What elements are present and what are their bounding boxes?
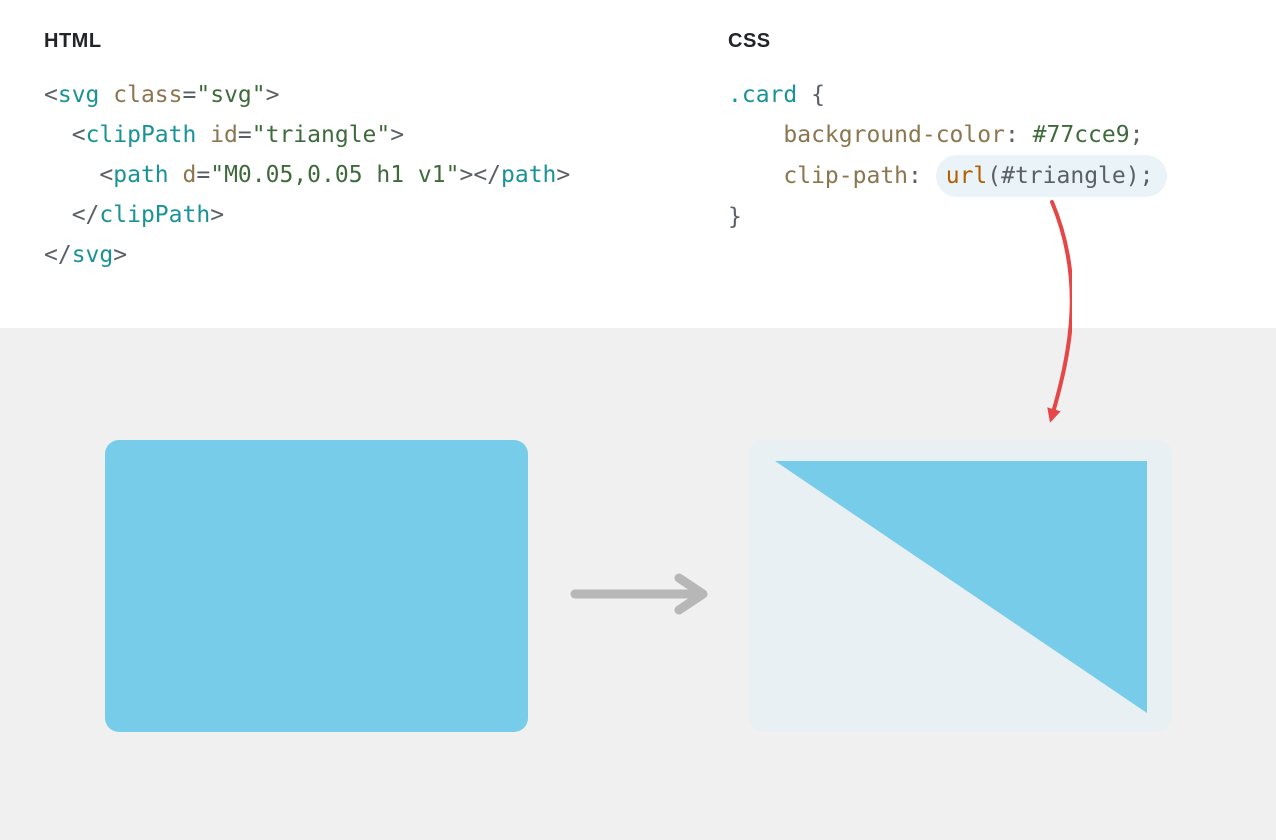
code-token: clip-path [783,163,908,189]
code-token: path [113,162,168,188]
code-token: "M0.05,0.05 h1 v1" [210,162,459,188]
code-area: HTML <svg class="svg"> <clipPath id="tri… [0,0,1276,328]
code-token [728,163,783,189]
html-code-column: HTML <svg class="svg"> <clipPath id="tri… [0,0,728,328]
code-token: svg [72,242,114,268]
code-token: > [556,162,570,188]
code-token: = [196,162,210,188]
code-token: svg [58,82,100,108]
code-token: "triangle" [252,122,390,148]
code-token [44,122,72,148]
code-token: clipPath [99,202,210,228]
code-token: < [99,162,113,188]
card-before [105,440,528,732]
highlighted-value: url(#triangle); [936,155,1168,197]
code-token: class [113,82,182,108]
code-token: url [946,163,988,189]
code-token: < [72,122,86,148]
code-token: </ [72,202,100,228]
arrow-right-icon [569,572,714,616]
demo-area [0,328,1276,840]
code-token [44,202,72,228]
code-token: .card [728,82,797,108]
code-token: #77cce9 [1033,122,1130,148]
code-token: { [811,82,825,108]
code-token: = [238,122,252,148]
code-token: d [183,162,197,188]
code-token: > [390,122,404,148]
code-token [728,122,783,148]
code-token: id [210,122,238,148]
html-code-block: <svg class="svg"> <clipPath id="triangle… [44,75,684,275]
css-code-column: CSS .card { background-color: #77cce9; c… [728,0,1276,328]
code-token: > [210,202,224,228]
css-label: CSS [728,30,1232,53]
html-label: HTML [44,30,684,53]
code-token: : [1005,122,1033,148]
code-token [196,122,210,148]
code-token [99,82,113,108]
code-token: > [113,242,127,268]
code-token: clipPath [86,122,197,148]
code-token: path [501,162,556,188]
code-token: = [183,82,197,108]
code-token: ></ [459,162,501,188]
code-token: </ [44,242,72,268]
code-token [797,82,811,108]
code-token: > [266,82,280,108]
code-token: } [728,204,742,230]
css-code-block: .card { background-color: #77cce9; clip-… [728,75,1232,237]
code-token [44,162,99,188]
code-token: ; [1130,122,1144,148]
code-token: background-color [783,122,1005,148]
code-token: < [44,82,58,108]
code-token: (#triangle); [987,163,1153,189]
code-token: "svg" [196,82,265,108]
code-token [169,162,183,188]
code-token: : [908,163,936,189]
tutorial-figure: HTML <svg class="svg"> <clipPath id="tri… [0,0,1276,840]
